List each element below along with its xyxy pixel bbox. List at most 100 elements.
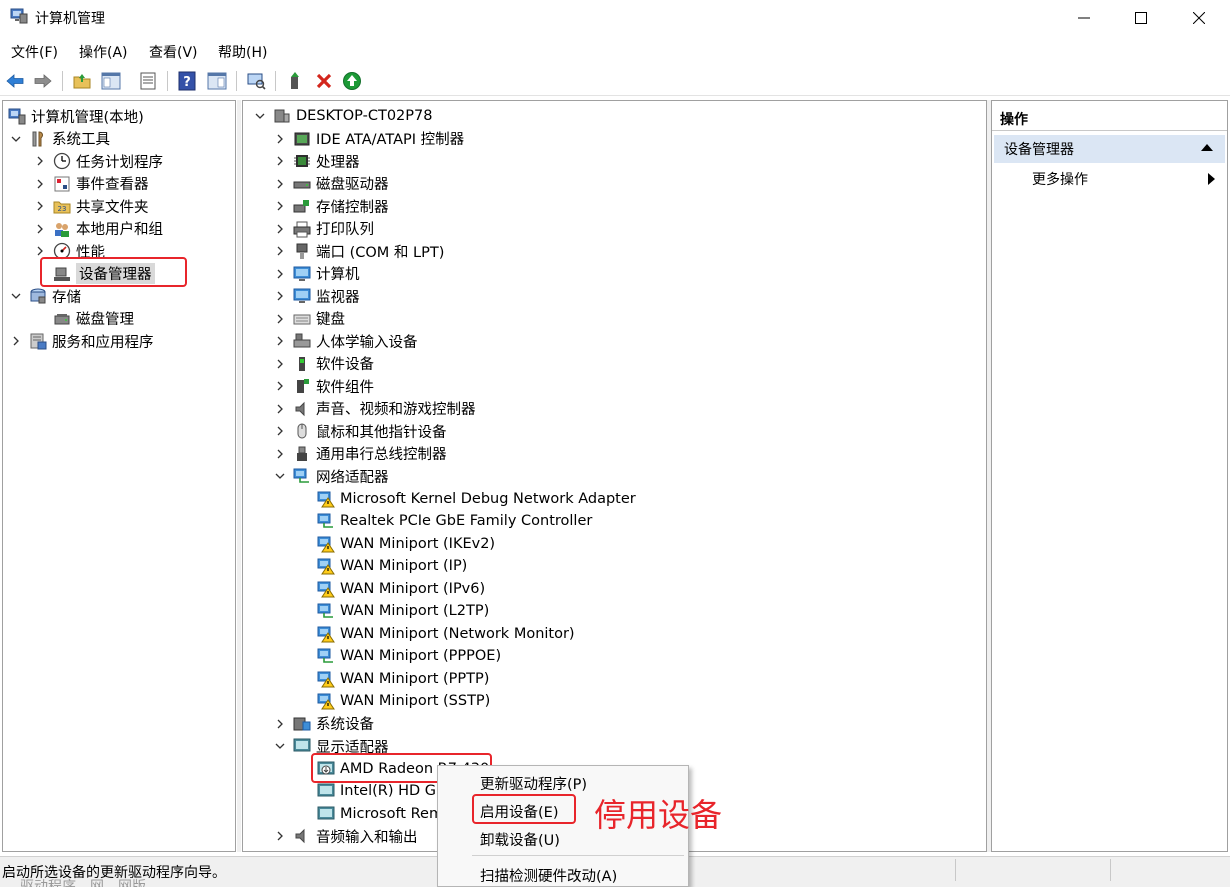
device-category-6[interactable]: 计算机 <box>273 263 360 285</box>
device-category-18[interactable]: WAN Miniport (IKEv2) <box>297 533 495 555</box>
tree-item-0[interactable]: 计算机管理(本地) <box>3 105 144 127</box>
device-category-14[interactable]: 通用串行总线控制器 <box>273 443 447 465</box>
menu-file[interactable]: 文件(F) <box>11 42 58 62</box>
tree-item-1-label: 系统工具 <box>52 132 110 148</box>
device-category-23[interactable]: WAN Miniport (PPPOE) <box>297 645 501 667</box>
tree-item-8[interactable]: 存储 <box>9 285 81 307</box>
chevron-down-icon[interactable] <box>9 132 23 146</box>
tree-item-4[interactable]: 23 共享文件夹 <box>33 195 149 217</box>
forward-arrow-icon[interactable] <box>32 70 54 92</box>
speaker-icon <box>292 400 312 418</box>
uninstall-x-icon[interactable] <box>313 70 335 92</box>
device-category-17-label: Realtek PCIe GbE Family Controller <box>340 513 593 529</box>
device-category-15[interactable]: 网络适配器 <box>273 465 389 487</box>
tree-item-10[interactable]: 服务和应用程序 <box>9 330 154 352</box>
device-category-13[interactable]: 鼠标和其他指针设备 <box>273 420 447 442</box>
device-category-9[interactable]: 人体学输入设备 <box>273 330 418 352</box>
collapse-up-icon[interactable] <box>1201 144 1213 151</box>
device-category-26[interactable]: 系统设备 <box>273 713 374 735</box>
maximize-button[interactable] <box>1112 0 1170 36</box>
chevron-right-icon[interactable] <box>33 244 47 258</box>
menu-action[interactable]: 操作(A) <box>79 42 128 62</box>
device-category-5[interactable]: 端口 (COM 和 LPT) <box>273 240 444 262</box>
device-category-24[interactable]: WAN Miniport (PPTP) <box>297 668 489 690</box>
tree-item-9[interactable]: 磁盘管理 <box>33 308 134 330</box>
view-pane-icon[interactable] <box>206 70 228 92</box>
device-category-19[interactable]: WAN Miniport (IP) <box>297 555 467 577</box>
chevron-right-icon[interactable] <box>9 334 23 348</box>
chevron-right-icon[interactable] <box>273 289 287 303</box>
menu-update-driver[interactable]: 更新驱动程序(P) <box>480 773 587 794</box>
device-category-20[interactable]: WAN Miniport (IPv6) <box>297 578 485 600</box>
device-category-22[interactable]: WAN Miniport (Network Monitor) <box>297 623 575 645</box>
chevron-right-icon[interactable] <box>273 379 287 393</box>
device-category-10[interactable]: 软件设备 <box>273 353 374 375</box>
left-splitter[interactable] <box>237 100 241 852</box>
device-category-13-label: 鼠标和其他指针设备 <box>316 424 447 441</box>
device-category-3[interactable]: 存储控制器 <box>273 195 389 217</box>
chevron-right-icon[interactable] <box>1208 173 1215 185</box>
device-category-16[interactable]: Microsoft Kernel Debug Network Adapter <box>297 488 636 510</box>
chevron-down-icon[interactable] <box>273 469 287 483</box>
menu-scan-hardware[interactable]: 扫描检测硬件改动(A) <box>480 865 617 886</box>
device-category-17[interactable]: Realtek PCIe GbE Family Controller <box>297 510 592 532</box>
device-category-21[interactable]: WAN Miniport (L2TP) <box>297 600 489 622</box>
device-category-1[interactable]: 处理器 <box>273 150 360 172</box>
chevron-right-icon[interactable] <box>273 312 287 326</box>
back-arrow-icon[interactable] <box>4 70 26 92</box>
tree-item-5[interactable]: 本地用户和组 <box>33 218 163 240</box>
chevron-right-icon[interactable] <box>273 177 287 191</box>
chevron-right-icon[interactable] <box>273 717 287 731</box>
menu-uninstall-device[interactable]: 卸载设备(U) <box>480 829 560 850</box>
network-adapter-icon <box>292 467 312 485</box>
chevron-right-icon[interactable] <box>273 267 287 281</box>
close-button[interactable] <box>1170 0 1228 36</box>
chevron-down-icon[interactable] <box>273 739 287 753</box>
network-warning-icon <box>316 557 336 575</box>
chevron-right-icon[interactable] <box>273 199 287 213</box>
chevron-right-icon[interactable] <box>33 199 47 213</box>
device-category-12[interactable]: 声音、视频和游戏控制器 <box>273 398 476 420</box>
help-icon[interactable]: ? <box>176 70 198 92</box>
chevron-right-icon[interactable] <box>33 177 47 191</box>
chevron-right-icon[interactable] <box>273 447 287 461</box>
more-actions-link[interactable]: 更多操作 <box>1032 169 1088 189</box>
scan-hardware-icon[interactable] <box>245 70 267 92</box>
device-category-25-label: WAN Miniport (SSTP) <box>340 693 491 709</box>
device-category-7[interactable]: 监视器 <box>273 285 360 307</box>
device-category-8[interactable]: 键盘 <box>273 308 345 330</box>
chevron-right-icon[interactable] <box>33 154 47 168</box>
chevron-right-icon[interactable] <box>273 402 287 416</box>
tree-item-3[interactable]: 事件查看器 <box>33 173 149 195</box>
device-category-11[interactable]: 软件组件 <box>273 375 374 397</box>
chevron-right-icon[interactable] <box>273 132 287 146</box>
menu-view[interactable]: 查看(V) <box>149 42 198 62</box>
chevron-right-icon[interactable] <box>273 244 287 258</box>
device-category-4[interactable]: 打印队列 <box>273 218 374 240</box>
chevron-right-icon[interactable] <box>273 222 287 236</box>
device-category-2[interactable]: 磁盘驱动器 <box>273 173 389 195</box>
show-hide-tree-icon[interactable] <box>100 70 122 92</box>
actions-section-device-manager[interactable]: 设备管理器 <box>994 135 1225 163</box>
menu-help[interactable]: 帮助(H) <box>218 42 267 62</box>
chevron-right-icon[interactable] <box>33 222 47 236</box>
chevron-right-icon[interactable] <box>273 357 287 371</box>
device-tree-root[interactable]: DESKTOP-CT02P78 <box>253 105 432 127</box>
up-folder-icon[interactable] <box>71 70 93 92</box>
chevron-down-icon[interactable] <box>253 109 267 123</box>
chevron-right-icon[interactable] <box>273 829 287 843</box>
enable-device-icon[interactable] <box>341 70 363 92</box>
device-category-25[interactable]: WAN Miniport (SSTP) <box>297 690 490 712</box>
properties-icon[interactable] <box>137 70 159 92</box>
update-driver-icon[interactable] <box>284 70 306 92</box>
chevron-right-icon[interactable] <box>273 334 287 348</box>
chevron-right-icon[interactable] <box>273 424 287 438</box>
device-category-0[interactable]: IDE ATA/ATAPI 控制器 <box>273 128 464 150</box>
device-category-31[interactable]: 音频输入和输出 <box>273 825 418 847</box>
minimize-button[interactable] <box>1055 0 1113 36</box>
tree-item-1[interactable]: 系统工具 <box>9 128 110 150</box>
tree-item-2[interactable]: 任务计划程序 <box>33 150 163 172</box>
chevron-down-icon[interactable] <box>9 289 23 303</box>
chevron-right-icon[interactable] <box>273 154 287 168</box>
tree-item-3-label: 事件查看器 <box>76 177 149 193</box>
